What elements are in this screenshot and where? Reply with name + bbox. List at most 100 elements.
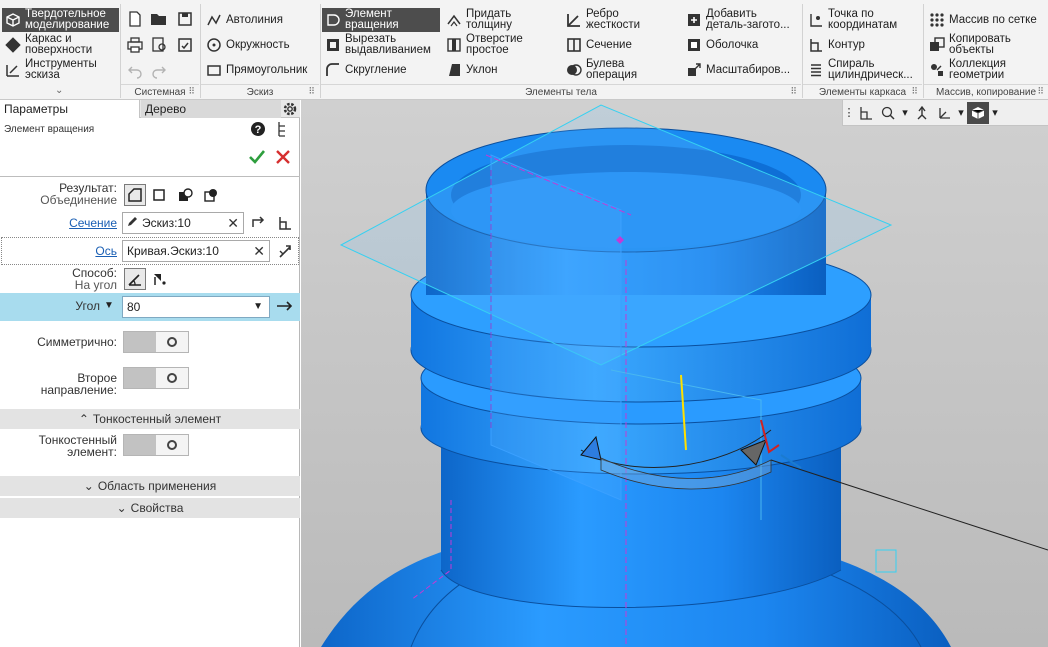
section-link[interactable]: Сечение	[69, 217, 117, 229]
clear-axis-icon[interactable]: ✕	[253, 241, 265, 261]
axis-link[interactable]: Ось	[95, 245, 117, 257]
group-expand-icon[interactable]: ⠿	[1037, 86, 1044, 97]
axes-icon[interactable]	[933, 102, 955, 124]
section-thin-wall[interactable]: ⌃ Тонкостенный элемент	[0, 409, 300, 429]
toggle-off-icon	[167, 337, 177, 347]
tool-grid-array[interactable]: Массив по сетке	[926, 8, 1040, 32]
solid-cube-icon	[5, 12, 21, 28]
result-value: Объединение	[40, 193, 117, 207]
by-angle-icon[interactable]	[124, 268, 146, 290]
subtract-icon[interactable]	[174, 184, 196, 206]
tool-simple-hole[interactable]: Отверстие простое	[443, 33, 526, 57]
operation-title: Элемент вращения	[4, 124, 95, 135]
tool-circle[interactable]: Окружность	[203, 33, 293, 57]
section-scope[interactable]: ⌄ Область применения	[0, 476, 300, 496]
angle-dropdown-icon[interactable]: ▼	[104, 300, 114, 311]
tool-rectangle[interactable]: Прямоугольник	[203, 58, 310, 82]
geometry-collection-icon	[929, 62, 945, 78]
mode-wireframe-surfaces[interactable]: Каркас и поверхности	[2, 33, 119, 57]
clear-section-icon[interactable]: ✕	[227, 213, 239, 233]
angle-label: Угол	[75, 299, 100, 313]
help-icon[interactable]: ?	[249, 120, 267, 138]
tool-copy-objects[interactable]: Копировать объекты	[926, 33, 1014, 57]
up-to-object-icon[interactable]	[148, 268, 170, 290]
section-sketch-field[interactable]: Эскиз:10 ✕	[122, 212, 244, 234]
tab-parameters[interactable]: Параметры	[0, 100, 140, 118]
save-icon[interactable]	[174, 8, 196, 30]
undo-icon[interactable]	[124, 60, 146, 82]
tool-add-blank[interactable]: Добавить деталь-загото...	[683, 8, 793, 32]
add-part-icon	[686, 12, 702, 28]
new-body-icon[interactable]	[148, 184, 170, 206]
open-folder-icon[interactable]	[148, 8, 170, 30]
expand-modes-chevron-icon[interactable]: ⌄	[55, 85, 63, 96]
rib-icon	[566, 12, 582, 28]
tool-geometry-collection[interactable]: Коллекция геометрии	[926, 58, 1009, 82]
tool-point-by-coords[interactable]: Точка по координатам	[805, 8, 900, 32]
thin-wall-toggle[interactable]	[123, 434, 189, 456]
bottle-model-render[interactable]	[301, 100, 1048, 647]
shading-dropdown-icon[interactable]: ▾	[989, 102, 1001, 124]
tool-rib[interactable]: Ребро жесткости	[563, 8, 643, 32]
ribbon-toolbar: Твердотельное моделирование Каркас и пов…	[0, 0, 1048, 100]
tool-revolve[interactable]: Элемент вращения	[322, 8, 440, 32]
cancel-cross-icon[interactable]	[274, 148, 292, 166]
tab-tree[interactable]: Дерево	[141, 100, 281, 118]
print-icon[interactable]	[124, 34, 146, 56]
tool-helix[interactable]: Спираль цилиндрическ...	[805, 58, 916, 82]
section-properties[interactable]: ⌄ Свойства	[0, 498, 300, 518]
tool-draft[interactable]: Уклон	[443, 58, 501, 82]
redo-icon[interactable]	[148, 60, 170, 82]
save-all-icon[interactable]	[174, 34, 196, 56]
tool-scale[interactable]: Масштабиров...	[683, 58, 793, 82]
tool-thicken[interactable]: Придать толщину	[443, 8, 515, 32]
tool-contour[interactable]: Контур	[805, 33, 868, 57]
mode-solid-modeling[interactable]: Твердотельное моделирование	[2, 8, 119, 32]
symmetric-toggle[interactable]	[123, 331, 189, 353]
zoom-icon[interactable]	[877, 102, 899, 124]
tool-section[interactable]: Сечение	[563, 33, 635, 57]
axis-pick-icon[interactable]	[274, 240, 296, 262]
preview-icon[interactable]	[148, 34, 170, 56]
mode-sketch-tools[interactable]: Инструменты эскиза	[2, 58, 119, 82]
fillet-icon	[325, 62, 341, 78]
model-viewport[interactable]: ⋮ ▾ ▾ ▾	[301, 100, 1048, 647]
tool-cut-extrude[interactable]: Вырезать выдавливанием	[322, 33, 434, 57]
chevron-up-icon: ⌃	[78, 412, 89, 426]
divider	[0, 176, 300, 177]
group-expand-icon[interactable]: ⠿	[790, 86, 797, 97]
gear-icon[interactable]	[282, 101, 298, 117]
second-direction-toggle[interactable]	[123, 367, 189, 389]
tool-fillet[interactable]: Скругление	[322, 58, 410, 82]
point-coords-icon	[808, 12, 824, 28]
reselect-icon[interactable]	[249, 212, 271, 234]
confirm-check-icon[interactable]	[248, 148, 266, 166]
union-icon[interactable]	[124, 184, 146, 206]
direction-arrow-icon[interactable]	[276, 296, 294, 319]
tree-structure-icon[interactable]	[274, 120, 292, 138]
axes-dropdown-icon[interactable]: ▾	[955, 102, 967, 124]
orientation-icon[interactable]	[911, 102, 933, 124]
zoom-dropdown-icon[interactable]: ▾	[899, 102, 911, 124]
method-value: На угол	[74, 278, 117, 292]
boolean-icon	[566, 62, 582, 78]
group-expand-icon[interactable]: ⠿	[308, 86, 315, 97]
angle-select-arrow-icon[interactable]: ▼	[253, 297, 263, 317]
tool-autoline[interactable]: Автолиния	[203, 8, 286, 32]
tool-shell[interactable]: Оболочка	[683, 33, 761, 57]
axis-field[interactable]: Кривая.Эскиз:10 ✕	[122, 240, 270, 262]
group-expand-icon[interactable]: ⠿	[911, 86, 918, 97]
thin-wall-label: Тонкостенный элемент:	[38, 433, 117, 459]
shaded-view-cube-icon[interactable]	[967, 101, 989, 124]
group-system: Системная ⠿	[121, 84, 199, 99]
parameters-panel: Параметры Дерево Элемент вращения ? Резу…	[0, 100, 300, 647]
intersect-icon[interactable]	[200, 184, 222, 206]
tool-boolean[interactable]: Булева операция	[563, 58, 640, 82]
angle-input[interactable]: 80 ▼	[122, 296, 270, 318]
group-array-copy: Массив, копирование ⠿	[924, 84, 1048, 99]
group-expand-icon[interactable]: ⠿	[188, 86, 195, 97]
grid-array-icon	[929, 12, 945, 28]
sketch-view-icon[interactable]	[855, 102, 877, 124]
sketch-edit-icon[interactable]	[274, 212, 296, 234]
new-file-icon[interactable]	[124, 8, 146, 30]
